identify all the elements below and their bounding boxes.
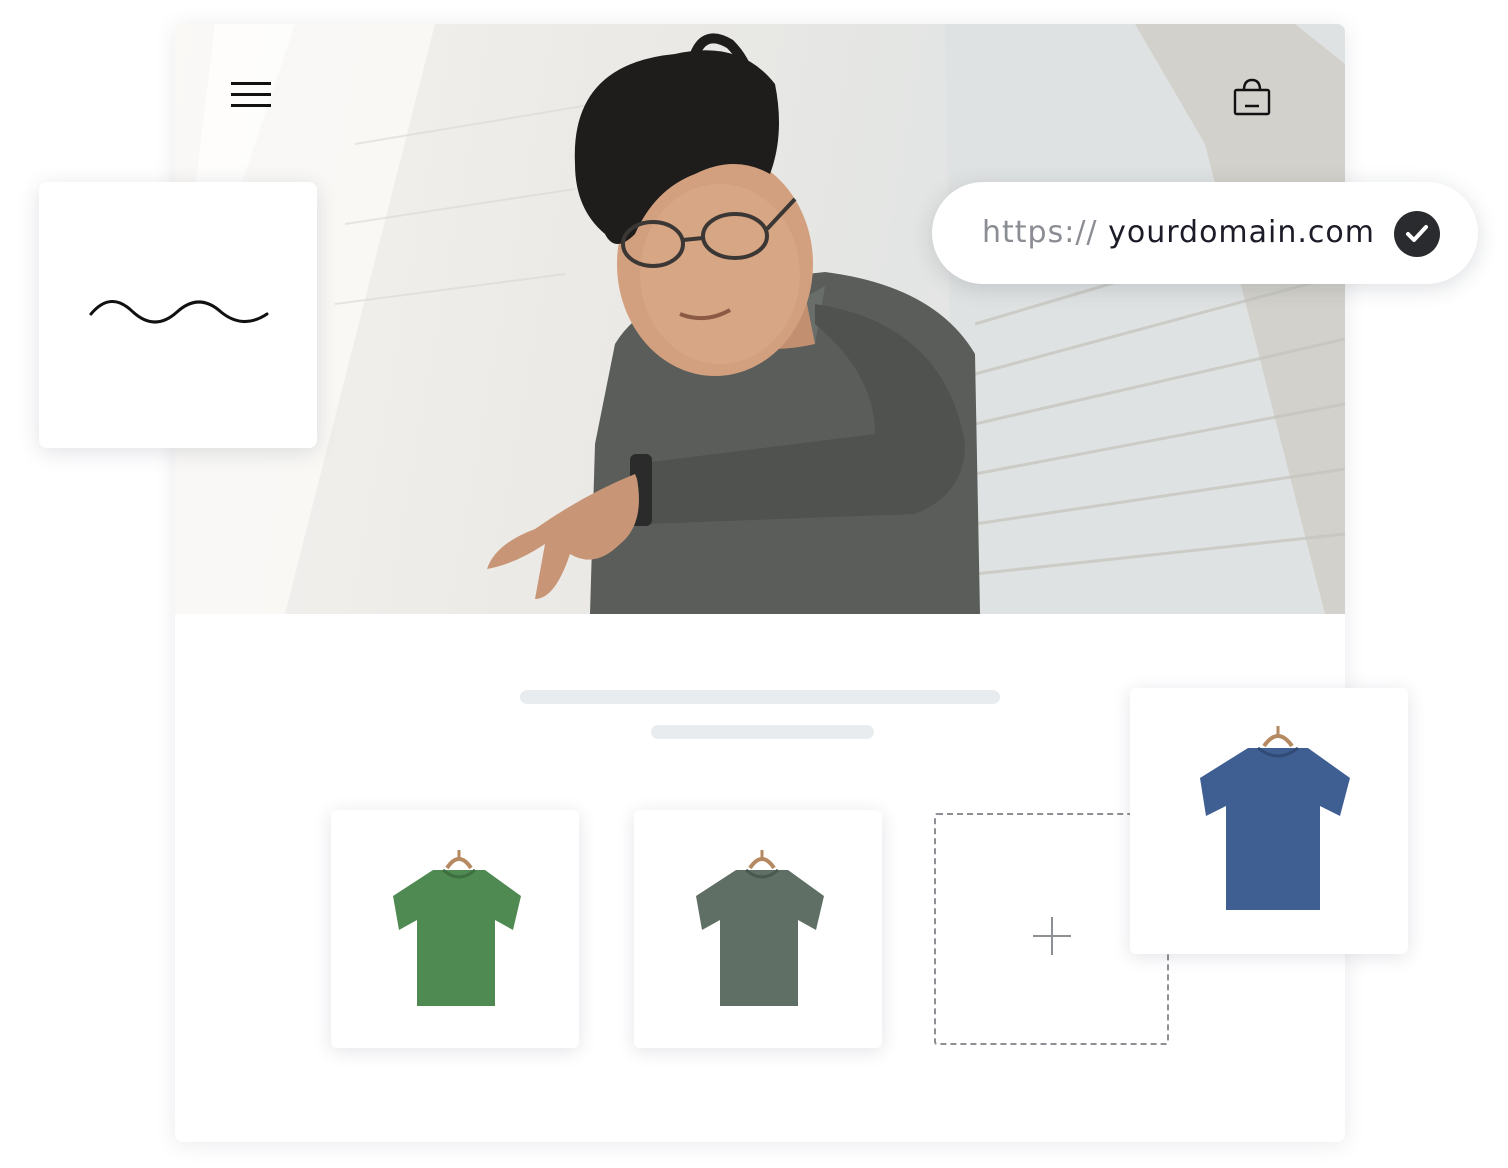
shopping-bag-icon[interactable] bbox=[1230, 76, 1274, 120]
product-card-grey-green-tshirt[interactable] bbox=[634, 810, 882, 1048]
hamburger-menu-icon[interactable] bbox=[231, 82, 271, 110]
grey-green-tshirt-image bbox=[696, 850, 824, 1006]
menu-line-2 bbox=[231, 93, 271, 96]
menu-line-3 bbox=[231, 104, 271, 107]
product-card-blue-tshirt[interactable] bbox=[1130, 688, 1408, 954]
domain-url-text: https:// yourdomain.com bbox=[982, 214, 1375, 252]
blue-tshirt-image bbox=[1200, 726, 1350, 910]
product-card-green-tshirt[interactable] bbox=[331, 810, 579, 1048]
wave-line-logo bbox=[89, 300, 269, 324]
title-placeholder-line bbox=[520, 690, 1000, 704]
stage: https:// yourdomain.com bbox=[0, 0, 1508, 1168]
menu-line-1 bbox=[231, 82, 271, 85]
shopping-bag-glyph bbox=[1233, 78, 1271, 116]
domain-name: yourdomain.com bbox=[1108, 215, 1375, 250]
hero-illustration bbox=[175, 24, 1345, 614]
domain-protocol: https:// bbox=[982, 215, 1098, 250]
plus-icon[interactable] bbox=[1033, 917, 1071, 955]
checkmark-glyph bbox=[1406, 225, 1428, 242]
domain-url-pill[interactable]: https:// yourdomain.com bbox=[932, 182, 1478, 284]
green-tshirt-image bbox=[393, 850, 521, 1006]
subtitle-placeholder-line bbox=[651, 725, 874, 739]
check-circle-icon bbox=[1394, 211, 1440, 257]
plus-glyph bbox=[1033, 917, 1071, 955]
logo-card bbox=[39, 182, 317, 448]
hero-image bbox=[175, 24, 1345, 614]
